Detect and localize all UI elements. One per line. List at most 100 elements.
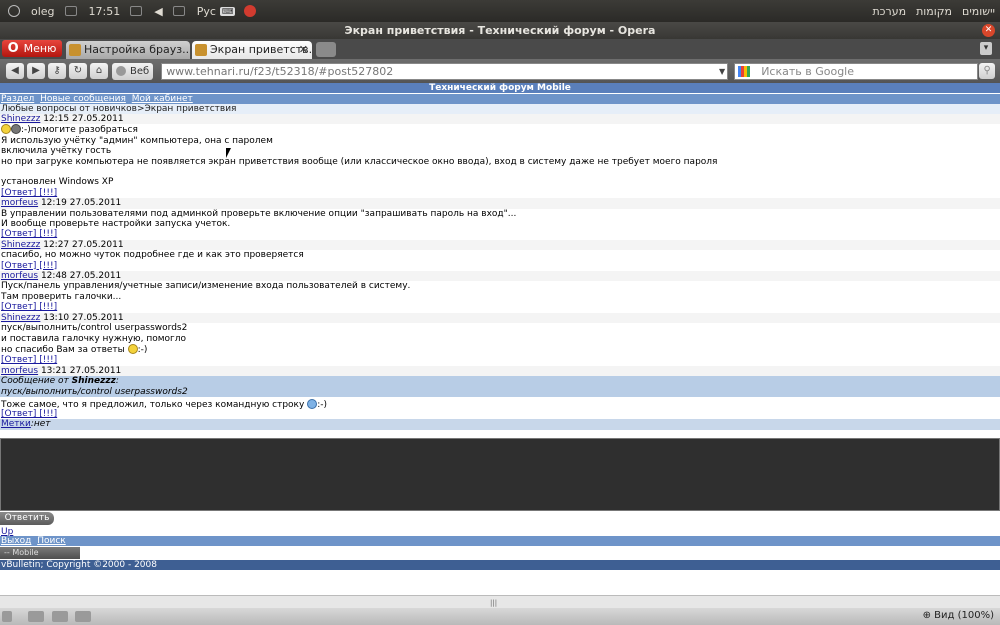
post-actions: [Ответ] [!!!] <box>0 260 1000 272</box>
post-line: включила учётку гость <box>0 146 1000 157</box>
nav-section-link[interactable]: Раздел <box>1 94 34 104</box>
post-date: 12:27 27.05.2011 <box>43 239 124 250</box>
opera-logo-icon: O <box>7 41 19 56</box>
post-line: установлен Windows XP <box>0 177 1000 188</box>
tab-list-icon[interactable]: ▾ <box>980 42 992 55</box>
tags-row: Метки:нет <box>0 419 1000 430</box>
username[interactable]: oleg <box>26 0 60 22</box>
post-line: Там проверить галочки... <box>0 291 1000 303</box>
quote-text: пуск/выполнить/control userpasswords2 <box>0 386 1000 397</box>
post-actions: [Ответ] [!!!] <box>0 229 1000 240</box>
tab-browser-settings[interactable]: Настройка брауз... <box>66 41 190 59</box>
post-line: Тоже самое, что я предложил, только чере… <box>0 396 1000 410</box>
post-author-link[interactable]: Shinezzz <box>1 114 40 124</box>
forward-icon[interactable]: ▶ <box>27 63 45 79</box>
top-nav: Раздел Новые сообщения Мой кабинет <box>0 94 1000 104</box>
post-line: В управлении пользователями под админкой… <box>0 208 1000 220</box>
zoom-icon: ⊕ <box>922 610 931 621</box>
post-header: Shinezzz 12:27 27.05.2011 <box>0 239 1000 251</box>
web-badge[interactable]: Веб <box>112 62 154 80</box>
tags-link[interactable]: Метки <box>1 419 31 429</box>
key-icon[interactable]: ⚷ <box>48 63 66 79</box>
keyboard-layout-label: Рус <box>196 4 216 18</box>
reply-link[interactable]: [Ответ] [!!!] <box>1 261 57 271</box>
menu-system[interactable]: מערכת <box>867 0 911 22</box>
menu-places[interactable]: מקומות <box>911 0 957 22</box>
new-tab-button[interactable] <box>316 42 336 57</box>
post-line <box>0 167 1000 178</box>
home-icon[interactable]: ⌂ <box>90 63 108 79</box>
google-icon[interactable] <box>738 65 751 77</box>
smiley-icon <box>11 124 21 135</box>
post-line: Пуск/панель управления/учетные записи/из… <box>0 281 1000 292</box>
reload-icon[interactable]: ↻ <box>69 63 87 79</box>
post-header: morfeus 13:21 27.05.2011 <box>0 365 1000 377</box>
post-line: :-)помогите разобраться <box>0 124 1000 136</box>
mouse-cursor-icon <box>226 148 231 158</box>
reply-link[interactable]: [Ответ] [!!!] <box>1 229 57 239</box>
address-field[interactable]: www.tehnari.ru/f23/t52318/#post527802 ▼ <box>161 62 729 80</box>
clock[interactable]: 17:51 <box>84 0 126 22</box>
reply-link[interactable]: [Ответ] [!!!] <box>1 355 57 365</box>
bottom-nav: Выход Поиск <box>0 536 1000 546</box>
logout-link[interactable]: Выход <box>1 536 31 546</box>
network-icon[interactable] <box>125 0 149 22</box>
scrollbar-grip-icon[interactable]: ||| <box>490 599 497 607</box>
volume-icon[interactable]: ◀ <box>149 0 167 22</box>
tab-welcome-screen[interactable]: Экран приветств... ✕ <box>192 41 312 59</box>
horizontal-scrollbar[interactable]: ||| <box>0 595 1000 608</box>
tab-label: Настройка брауз... <box>84 43 190 56</box>
post-line: но при загруке компьютера не появляется … <box>0 156 1000 168</box>
zoom-indicator[interactable]: ⊕ Вид (100%) <box>923 610 994 621</box>
window-titlebar: Экран приветствия - Технический форум - … <box>0 22 1000 39</box>
reply-submit-button[interactable]: Ответить <box>0 512 54 525</box>
post-line: спасибо, но можно чуток подробнее где и … <box>0 250 1000 261</box>
post-date: 12:15 27.05.2011 <box>43 114 124 124</box>
reply-link[interactable]: [Ответ] [!!!] <box>1 409 57 419</box>
menu-applications[interactable]: יישומים <box>957 0 1000 22</box>
post-author-link[interactable]: morfeus <box>1 271 38 281</box>
sync-icon[interactable] <box>28 611 44 622</box>
nav-new-posts-link[interactable]: Новые сообщения <box>40 94 126 104</box>
post-text: :-)помогите разобраться <box>21 125 138 136</box>
favicon-icon <box>195 44 207 56</box>
reply-link[interactable]: [Ответ] [!!!] <box>1 302 57 312</box>
quote-label: Сообщение от <box>1 376 69 387</box>
turbo-icon[interactable] <box>52 611 68 622</box>
panel-toggle-icon[interactable] <box>2 611 12 622</box>
search-field[interactable]: Искать в Google ⚲ <box>734 62 996 80</box>
mail-icon[interactable] <box>60 0 84 22</box>
keyboard-layout[interactable]: Рус ⌨ <box>192 0 241 22</box>
post-text: но спасибо Вам за ответы <box>1 344 125 355</box>
address-dropdown-icon[interactable]: ▼ <box>719 64 725 79</box>
zoom-label: Вид (100%) <box>934 610 994 621</box>
screen: oleg 17:51 ◀ Рус ⌨ מערכת מקומות יישומים Э… <box>0 0 1000 625</box>
battery-icon[interactable] <box>168 0 192 22</box>
close-tab-icon[interactable]: ✕ <box>299 41 308 59</box>
post-header: morfeus 12:48 27.05.2011 <box>0 271 1000 282</box>
post-actions: [Ответ] [!!!] <box>0 302 1000 313</box>
post-author-link[interactable]: morfeus <box>1 198 38 208</box>
post-author-link[interactable]: Shinezzz <box>1 313 40 323</box>
favicon-icon <box>69 44 81 56</box>
opera-menu-button[interactable]: O Меню <box>2 40 62 57</box>
back-icon[interactable]: ◀ <box>6 63 24 79</box>
power-icon[interactable] <box>8 5 20 17</box>
search-icon[interactable]: ⚲ <box>979 62 996 79</box>
reply-link[interactable]: [Ответ] [!!!] <box>1 188 57 198</box>
page-content: Технический форум Mobile Раздел Новые со… <box>0 83 1000 595</box>
style-select[interactable]: -- Mobile <box>0 547 80 559</box>
notification-icon[interactable] <box>244 5 257 17</box>
settings-icon[interactable] <box>75 611 91 622</box>
navigation-toolbar: ◀ ▶ ⚷ ↻ ⌂ Веб www.tehnari.ru/f23/t52318/… <box>0 59 1000 83</box>
close-window-icon[interactable]: ✕ <box>982 24 995 37</box>
search-placeholder: Искать в Google <box>761 64 855 78</box>
smiley-icon <box>1 124 11 135</box>
post-author-link[interactable]: Shinezzz <box>1 240 40 250</box>
search-link[interactable]: Поиск <box>37 536 66 546</box>
reply-textarea[interactable] <box>0 438 1000 511</box>
post-line: пуск/выполнить/control userpasswords2 <box>0 323 1000 334</box>
nav-my-account-link[interactable]: Мой кабинет <box>132 94 193 104</box>
post-author-link[interactable]: morfeus <box>1 366 38 376</box>
quote-author: Shinezzz <box>71 376 116 387</box>
